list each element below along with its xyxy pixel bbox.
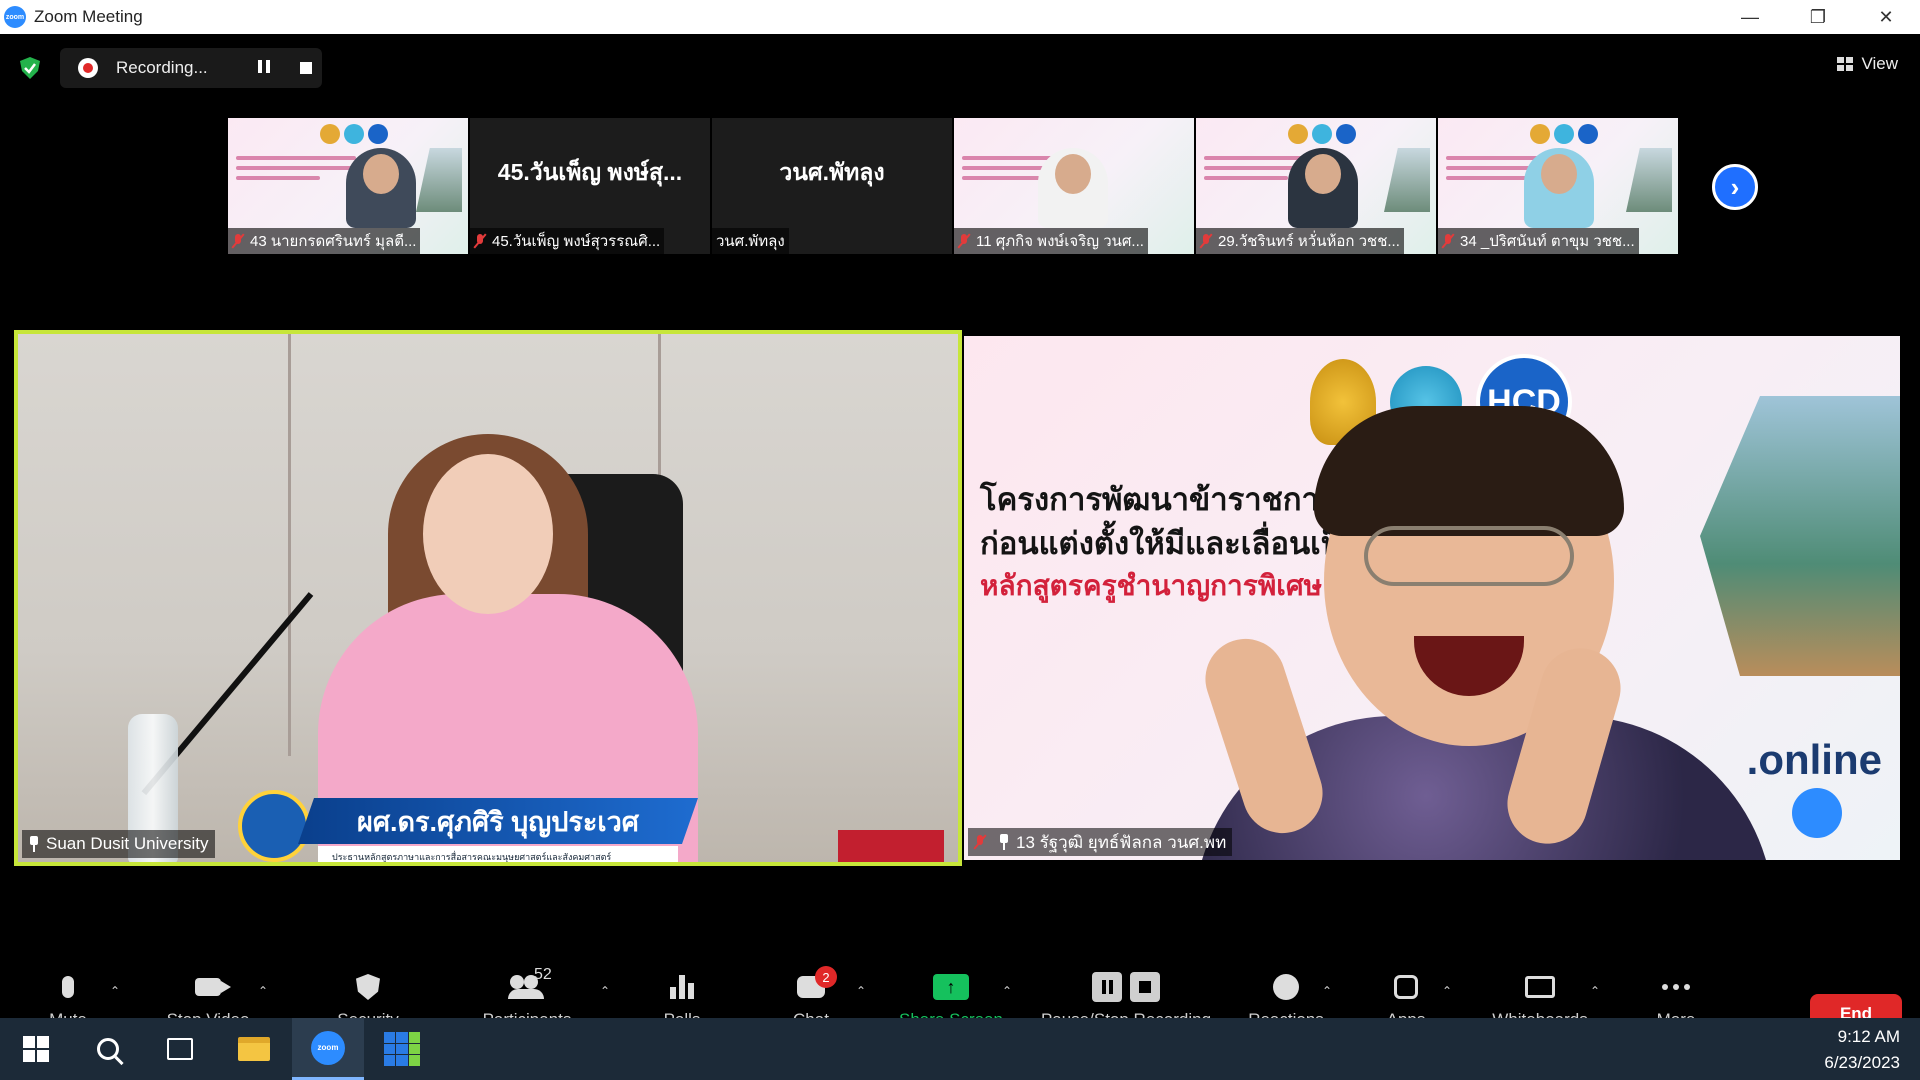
participant-video (346, 148, 416, 228)
slide-online-text: .online (1746, 736, 1882, 783)
whiteboards-options-caret[interactable]: ⌃ (1590, 984, 1602, 998)
slide-subtitle: ก่อนแต่งตั้งให้มีและเลื่อนเป็ (980, 526, 1341, 561)
grid-view-icon (1837, 57, 1854, 71)
window-title-bar: zoom Zoom Meeting — ❐ ✕ (0, 0, 1920, 34)
chevron-right-icon: › (1730, 171, 1740, 202)
participant-thumbnail[interactable]: วนศ.พัทลุง วนศ.พัทลุง (712, 118, 952, 254)
video-tile-participant[interactable]: HCD โครงการพัฒนาข้าราชการครู งการศึกษา ก… (964, 336, 1900, 860)
minimize-button[interactable]: — (1716, 0, 1784, 34)
zoom-logo-icon (1792, 788, 1842, 838)
pause-icon[interactable] (258, 60, 274, 76)
windows-taskbar: zoom 9:12 AM 6/23/2023 (0, 1018, 1920, 1080)
mic-muted-icon (958, 233, 970, 249)
task-view-icon (167, 1038, 193, 1060)
record-icon (78, 58, 98, 78)
chat-unread-badge: 2 (815, 966, 837, 988)
search-button[interactable] (72, 1018, 144, 1080)
mic-muted-icon (232, 233, 244, 249)
mic-muted-icon (974, 834, 986, 850)
chat-icon: 2 (797, 966, 837, 998)
reactions-icon (1273, 974, 1299, 1000)
participant-name: วนศ.พัทลุง (712, 228, 789, 254)
pin-icon (998, 834, 1010, 850)
view-label: View (1861, 54, 1898, 73)
participant-video (1038, 148, 1108, 228)
encryption-shield-icon[interactable] (18, 56, 42, 80)
participant-name: 43 นายกรดศรินทร์ มุลตี... (228, 228, 421, 254)
speaker-name: ผศ.ดร.ศุภศิริ บุญประเวศ (298, 798, 698, 844)
system-clock[interactable]: 9:12 AM 6/23/2023 (1824, 1024, 1900, 1076)
participant-display-name: 45.วันเพ็ญ พงษ์สุ... (497, 159, 683, 185)
slide-course-name: หลักสูตรครูชำนาญการพิเศษ (980, 570, 1323, 601)
mic-muted-icon (1200, 233, 1212, 249)
pin-icon (28, 836, 40, 852)
task-view-button[interactable] (144, 1018, 216, 1080)
video-tile-active-speaker[interactable]: ผศ.ดร.ศุภศิริ บุญประเวศ ประธานหลักสูตรภา… (14, 330, 962, 866)
store-icon (384, 1032, 420, 1066)
window-title: Zoom Meeting (34, 7, 143, 26)
file-explorer-button[interactable] (218, 1018, 290, 1080)
recording-indicator: Recording... (60, 48, 322, 88)
share-options-caret[interactable]: ⌃ (1002, 984, 1014, 998)
participant-thumbnail-strip: 43 นายกรดศรินทร์ มุลตี... 45.วันเพ็ญ พงษ… (228, 118, 1678, 256)
next-page-button[interactable]: › (1712, 164, 1758, 210)
camera-icon (195, 978, 231, 996)
participant-name: 29.วัชรินทร์ หวั่นห้อก วชช... (1196, 228, 1404, 254)
chat-options-caret[interactable]: ⌃ (856, 984, 868, 998)
view-button[interactable]: View (1837, 54, 1898, 74)
participant-thumbnail[interactable]: 11 ศุภกิจ พงษ์เจริญ วนศ... (954, 118, 1194, 254)
start-button[interactable] (0, 1018, 72, 1080)
meeting-top-bar: Recording... View (0, 44, 1920, 92)
restore-button[interactable]: ❐ (1784, 0, 1852, 34)
whiteboard-icon (1525, 976, 1555, 998)
apps-options-caret[interactable]: ⌃ (1442, 984, 1454, 998)
share-screen-icon: ↑ (933, 974, 969, 1000)
meeting-area: Recording... View 43 นายกรดศรินทร์ มุลตี… (0, 34, 1920, 1054)
participant-name: 11 ศุภกิจ พงษ์เจริญ วนศ... (954, 228, 1148, 254)
recording-label: Recording... (116, 58, 208, 77)
participant-thumbnail[interactable]: 29.วัชรินทร์ หวั่นห้อก วชช... (1196, 118, 1436, 254)
participant-name: 45.วันเพ็ญ พงษ์สุวรรณศิ... (470, 228, 665, 254)
zoom-app-icon: zoom (311, 1030, 345, 1065)
audio-options-caret[interactable]: ⌃ (110, 984, 122, 998)
participant-video (1288, 148, 1358, 228)
close-button[interactable]: ✕ (1852, 0, 1920, 34)
participant-display-name: วนศ.พัทลุง (779, 159, 885, 185)
polls-icon (670, 975, 694, 999)
stop-icon[interactable] (300, 62, 312, 74)
participant-name: 34 _ปริศนันท์ ตาขุม วชช... (1438, 228, 1639, 254)
participant-thumbnail[interactable]: 43 นายกรดศรินทร์ มุลตี... (228, 118, 468, 254)
video-options-caret[interactable]: ⌃ (258, 984, 270, 998)
mic-muted-icon (1442, 233, 1454, 249)
participant-video (1524, 148, 1594, 228)
participant-label: Suan Dusit University (22, 830, 215, 858)
security-shield-icon (356, 974, 380, 1000)
participant-label: 13 รัฐวุฒิ ยุทธ์ฟัลกล วนศ.พท (968, 828, 1233, 856)
windows-start-icon (23, 1036, 49, 1062)
more-icon (1662, 984, 1690, 990)
zoom-app-icon: zoom (4, 6, 26, 28)
participant-thumbnail[interactable]: 45.วันเพ็ญ พงษ์สุ... 45.วันเพ็ญ พงษ์สุวร… (470, 118, 710, 254)
search-icon (97, 1038, 119, 1060)
participants-count: 52 (534, 966, 552, 983)
mic-muted-icon (474, 233, 486, 249)
window-controls: — ❐ ✕ (1716, 0, 1920, 34)
reactions-options-caret[interactable]: ⌃ (1322, 984, 1334, 998)
speaker-lower-third: ผศ.ดร.ศุภศิริ บุญประเวศ ประธานหลักสูตรภา… (238, 780, 698, 862)
participants-options-caret[interactable]: ⌃ (600, 984, 612, 998)
pause-stop-icon (1092, 972, 1160, 1002)
file-explorer-icon (238, 1037, 270, 1061)
store-button[interactable] (366, 1018, 438, 1080)
clock-time: 9:12 AM (1837, 1027, 1900, 1046)
participant-thumbnail[interactable]: 34 _ปริศนันท์ ตาขุม วชช... (1438, 118, 1678, 254)
university-logo (238, 790, 310, 862)
clock-date: 6/23/2023 (1824, 1053, 1900, 1072)
apps-icon (1394, 975, 1418, 999)
speaker-title: ประธานหลักสูตรภาษาและการสื่อสารคณะมนุษยศ… (318, 846, 678, 862)
zoom-taskbar-button[interactable]: zoom (292, 1018, 364, 1080)
microphone-icon (62, 976, 74, 998)
